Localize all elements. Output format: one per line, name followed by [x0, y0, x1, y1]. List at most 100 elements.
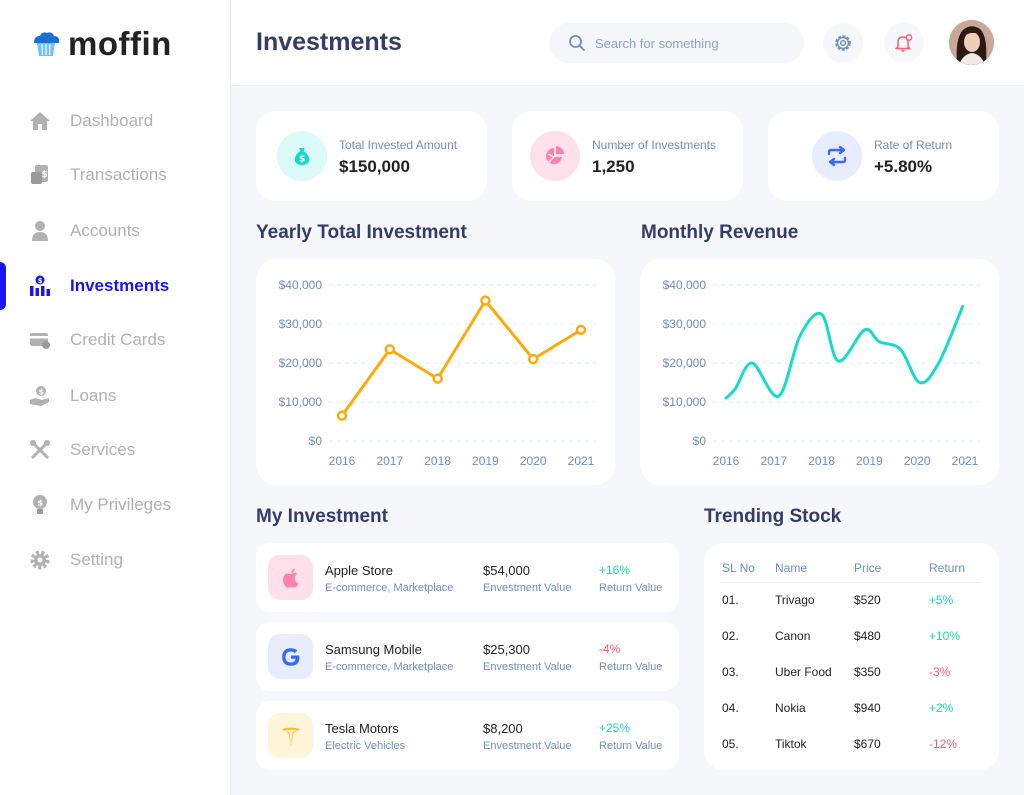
top-header: Investments: [231, 0, 1024, 86]
data-point: [432, 373, 443, 384]
sidebar-item-transactions[interactable]: $ Transactions: [0, 155, 231, 195]
table-cell-name: Trivago: [775, 593, 815, 607]
stat-card-number-investments: Number of Investments 1,250: [512, 111, 743, 201]
investment-row-tesla[interactable]: Tesla Motors Electric Vehicles $8,200 En…: [256, 701, 679, 770]
table-cell-sl: 04.: [722, 701, 739, 715]
sidebar-item-credit-cards[interactable]: Credit Cards: [0, 320, 231, 360]
gear-icon: [835, 35, 851, 51]
x-tick-label: 2020: [520, 454, 547, 468]
table-cell-price: $350: [854, 665, 881, 679]
transfer-icon: $: [29, 164, 51, 186]
investment-icon: $: [29, 275, 51, 297]
investment-row-apple[interactable]: Apple Store E-commerce, Marketplace $54,…: [256, 543, 679, 612]
table-cell-sl: 02.: [722, 629, 739, 643]
app-name: moffin: [68, 25, 172, 62]
table-cell-name: Canon: [775, 629, 811, 643]
table-cell-sl: 05.: [722, 737, 739, 751]
x-tick-label: 2018: [808, 454, 835, 468]
sidebar-item-label: Transactions: [70, 165, 167, 184]
sidebar-item-loans[interactable]: $ Loans: [0, 376, 231, 416]
sidebar-item-setting[interactable]: Setting: [0, 540, 231, 580]
stat-label: Number of Investments: [592, 138, 717, 152]
table-header: Price: [854, 561, 882, 575]
sidebar-item-investments[interactable]: $ Investments: [0, 266, 231, 306]
settings-icon: [29, 549, 51, 571]
data-point: [575, 324, 587, 336]
table-cell-price: $520: [854, 593, 881, 607]
stat-label: Total Invested Amount: [339, 138, 458, 152]
table-cell-return: +5%: [929, 593, 954, 607]
my-investment-title: My Investment: [256, 506, 388, 527]
y-tick-label: $0: [693, 434, 707, 448]
table-header: SL No: [722, 561, 755, 575]
table-cell-return: -12%: [929, 737, 958, 751]
svg-text:$: $: [38, 499, 44, 508]
monthly-revenue-chart-svg: $0 $10,000 $20,000 $30,000 $40,000 2016 2017 20…: [663, 278, 980, 468]
x-tick-label: 2016: [713, 454, 740, 468]
table-cell-name: Tiktok: [775, 737, 807, 751]
search-input[interactable]: [595, 33, 785, 53]
table-cell-price: $480: [854, 629, 881, 643]
x-tick-label: 2021: [952, 454, 979, 468]
data-point: [384, 344, 396, 355]
yearly-investment-title: Yearly Total Investment: [256, 222, 467, 243]
table-cell-name: Uber Food: [775, 665, 832, 679]
investment-category: E-commerce, Marketplace: [325, 661, 454, 673]
app-logo[interactable]: moffin: [31, 26, 172, 62]
pie-chart-icon: [530, 131, 580, 181]
stat-value: 1,250: [592, 157, 635, 176]
settings-button[interactable]: [823, 23, 863, 63]
investment-return: -4%: [599, 642, 621, 656]
user-avatar[interactable]: [949, 20, 994, 65]
table-divider: [721, 582, 980, 583]
svg-text:$: $: [39, 388, 45, 397]
search-bar[interactable]: [549, 23, 804, 63]
investment-name: Apple Store: [325, 563, 393, 578]
notifications-button[interactable]: [884, 23, 924, 63]
svg-text:$: $: [299, 155, 305, 165]
table-cell-price: $670: [854, 737, 881, 751]
x-tick-label: 2017: [376, 454, 403, 468]
tesla-icon: [268, 713, 313, 758]
google-icon: [268, 634, 313, 679]
x-tick-label: 2016: [329, 454, 356, 468]
investment-return-label: Return Value: [599, 740, 663, 752]
investment-return-label: Return Value: [599, 582, 663, 594]
y-tick-label: $10,000: [663, 395, 707, 409]
sidebar: moffin Dashboard $ Transactions Accounts…: [0, 0, 231, 795]
sidebar-item-label: Accounts: [70, 221, 140, 240]
sidebar-item-dashboard[interactable]: Dashboard: [0, 101, 231, 141]
y-tick-label: $20,000: [663, 356, 707, 370]
y-tick-label: $30,000: [279, 317, 323, 331]
investment-category: Electric Vehicles: [325, 740, 406, 752]
page-title: Investments: [256, 28, 402, 56]
table-header: Return: [929, 561, 966, 575]
sidebar-item-accounts[interactable]: Accounts: [0, 211, 231, 251]
sidebar-item-label: My Privileges: [70, 495, 172, 514]
investment-value-label: Envestment Value: [483, 661, 572, 673]
money-bag-icon: $: [277, 131, 327, 181]
sidebar-item-services[interactable]: Services: [0, 430, 231, 470]
trending-stock-table: SL No Name Price Return 01. Trivago $520…: [704, 543, 999, 770]
apple-icon: [268, 555, 313, 600]
sidebar-item-label: Services: [70, 440, 136, 459]
yearly-investment-chart: $0 $10,000 $20,000 $30,000 $40,000 2016 2017 20…: [256, 259, 615, 485]
series-line: [724, 304, 965, 400]
investment-value: $54,000: [483, 563, 530, 578]
svg-text:$: $: [42, 170, 48, 180]
privileges-icon: $: [29, 494, 51, 516]
investment-value-label: Envestment Value: [483, 740, 572, 752]
sidebar-item-my-privileges[interactable]: $ My Privileges: [0, 485, 231, 525]
investment-row-samsung[interactable]: Samsung Mobile E-commerce, Marketplace $…: [256, 622, 679, 691]
user-icon: [29, 220, 51, 242]
investment-value-label: Envestment Value: [483, 582, 572, 594]
x-tick-label: 2018: [424, 454, 451, 468]
x-tick-label: 2019: [856, 454, 883, 468]
services-icon: [29, 439, 51, 461]
sidebar-item-label: Investments: [70, 276, 170, 295]
stat-value: +5.80%: [874, 157, 933, 176]
home-icon: [29, 110, 51, 132]
stat-card-rate-of-return: Rate of Return +5.80%: [768, 111, 999, 201]
x-tick-label: 2017: [760, 454, 787, 468]
repeat-icon: [812, 131, 862, 181]
